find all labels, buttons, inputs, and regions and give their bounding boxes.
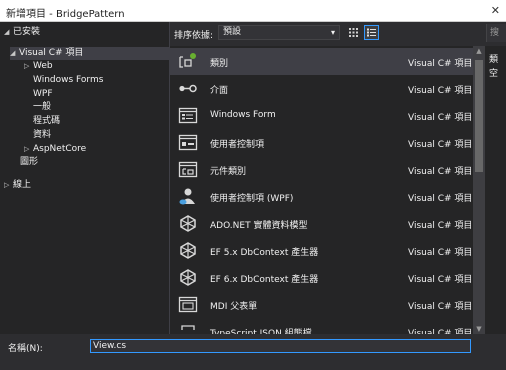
template-list: 類別 Visual C# 項目 介面 Visual C# 項目 Windows … [170,46,473,334]
template-language: Visual C# 項目 [408,248,473,258]
template-name: EF 5.x DbContext 產生器 [210,248,319,258]
list-item[interactable]: 使用者控制項 (WPF) Visual C# 項目 [170,183,473,210]
template-toolbar: 排序依據: 預設 ▾ 搜 [170,22,506,46]
list-view-icon [367,28,376,37]
close-icon[interactable]: ✕ [491,4,500,17]
list-item[interactable]: TypeScript JSON 組態檔 Visual C# 項目 [170,318,473,334]
template-language: Visual C# 項目 [408,302,473,312]
list-item[interactable]: EF 6.x DbContext 產生器 Visual C# 項目 [170,264,473,291]
json-config-icon [181,325,195,330]
tree-item-label: 線上 [13,180,32,190]
category-tree: ◢ 已安裝 ◢ Visual C# 項目 ▷ Web Windows Forms WP… [0,22,170,334]
list-scrollbar[interactable]: ▲ ▼ [473,46,485,334]
tree-item-label: 已安裝 [13,27,41,37]
list-item[interactable]: EF 5.x DbContext 產生器 Visual C# 項目 [170,237,473,264]
scroll-down-icon[interactable]: ▼ [473,324,485,334]
collapsed-arrow-icon[interactable]: ▷ [24,143,33,156]
sort-value: 預設 [223,27,242,37]
tree-item-web[interactable]: ▷ Web [24,60,53,73]
template-language: Visual C# 項目 [408,167,473,177]
list-item[interactable]: Windows Form Visual C# 項目 [170,102,473,129]
tree-item-label: Visual C# 項目 [19,48,84,58]
chevron-down-icon: ▾ [330,28,335,37]
tree-item-aspnetcore[interactable]: ▷ AspNetCore [24,143,86,156]
search-input[interactable]: 搜 [486,24,506,42]
template-language: Visual C# 項目 [408,140,473,150]
tree-item-installed[interactable]: ◢ 已安裝 [4,26,40,39]
entity-model-icon [180,215,196,232]
template-language: Visual C# 項目 [408,221,473,231]
template-name: TypeScript JSON 組態檔 [210,329,312,334]
tree-item-label: Web [33,61,53,71]
template-language: Visual C# 項目 [408,275,473,285]
mdi-form-icon [178,296,198,313]
component-class-icon [178,161,198,178]
tree-item-label: AspNetCore [33,144,87,154]
details-pane: 類 空 [485,46,506,334]
list-item[interactable]: 元件類別 Visual C# 項目 [170,156,473,183]
tree-item-data[interactable]: 資料 [33,129,51,142]
tree-item-graphics[interactable]: 圖形 [20,156,38,169]
list-item[interactable]: MDI 父表單 Visual C# 項目 [170,291,473,318]
template-language: Visual C# 項目 [408,86,473,96]
tree-item-code[interactable]: 程式碼 [33,115,60,128]
expanded-arrow-icon[interactable]: ◢ [10,47,19,60]
user-control-icon [178,134,198,151]
title-bar: 新增項目 - BridgePattern ✕ [0,0,506,22]
list-item[interactable]: 介面 Visual C# 項目 [170,75,473,102]
tree-item-label: 資料 [33,130,52,140]
list-item[interactable]: ADO.NET 實體資料模型 Visual C# 項目 [170,210,473,237]
sort-label: 排序依據: [174,31,214,41]
expanded-arrow-icon[interactable]: ◢ [4,26,13,39]
tree-item-general[interactable]: 一般 [33,101,51,114]
template-name: 使用者控制項 [210,140,265,150]
ef6-generator-icon [180,269,196,286]
interface-icon [179,84,197,93]
tree-item-label: 圖形 [20,157,39,167]
scroll-up-icon[interactable]: ▲ [473,46,485,56]
template-language: Visual C# 項目 [408,59,473,69]
scrollbar-thumb[interactable] [475,60,483,172]
tree-item-label: WPF [33,89,53,99]
template-name: Windows Form [210,110,276,120]
template-name: 類別 [210,59,229,69]
list-view-button[interactable] [364,25,379,40]
grid-view-icon [349,28,358,37]
template-name: EF 6.x DbContext 產生器 [210,275,319,285]
grid-view-button[interactable] [346,25,361,40]
template-name: 使用者控制項 (WPF) [210,194,294,204]
list-item[interactable]: 類別 Visual C# 項目 [170,48,473,75]
tree-item-windows-forms[interactable]: Windows Forms [33,74,103,87]
name-bar: 名稱(N): View.cs [0,334,506,370]
template-language: Visual C# 項目 [408,113,473,123]
wpf-user-control-icon [179,188,195,205]
template-name: 元件類別 [210,167,247,177]
details-description: 空 [489,69,499,79]
template-name: 介面 [210,86,229,96]
list-item[interactable]: 使用者控制項 Visual C# 項目 [170,129,473,156]
window-title: 新增項目 - BridgePattern [6,9,125,20]
tree-item-label: 一般 [33,102,52,112]
details-type: 類 [489,55,499,65]
ef5-generator-icon [180,242,196,259]
tree-item-label: 程式碼 [33,116,61,126]
collapsed-arrow-icon[interactable]: ▷ [24,60,33,73]
template-language: Visual C# 項目 [408,194,473,204]
template-name: ADO.NET 實體資料模型 [210,221,308,231]
template-name: MDI 父表單 [210,302,258,312]
tree-item-label: Windows Forms [33,75,104,85]
tree-item-visual-csharp[interactable]: ◢ Visual C# 項目 [10,47,170,60]
tree-item-wpf[interactable]: WPF [33,88,53,101]
windows-form-icon [178,107,198,124]
collapsed-arrow-icon[interactable]: ▷ [4,179,13,192]
class-icon [179,53,196,68]
sort-dropdown[interactable]: 預設 ▾ [218,25,340,40]
name-input[interactable]: View.cs [90,339,471,353]
template-language: Visual C# 項目 [408,329,473,334]
tree-item-online[interactable]: ▷ 線上 [4,179,31,192]
name-label: 名稱(N): [8,344,43,354]
